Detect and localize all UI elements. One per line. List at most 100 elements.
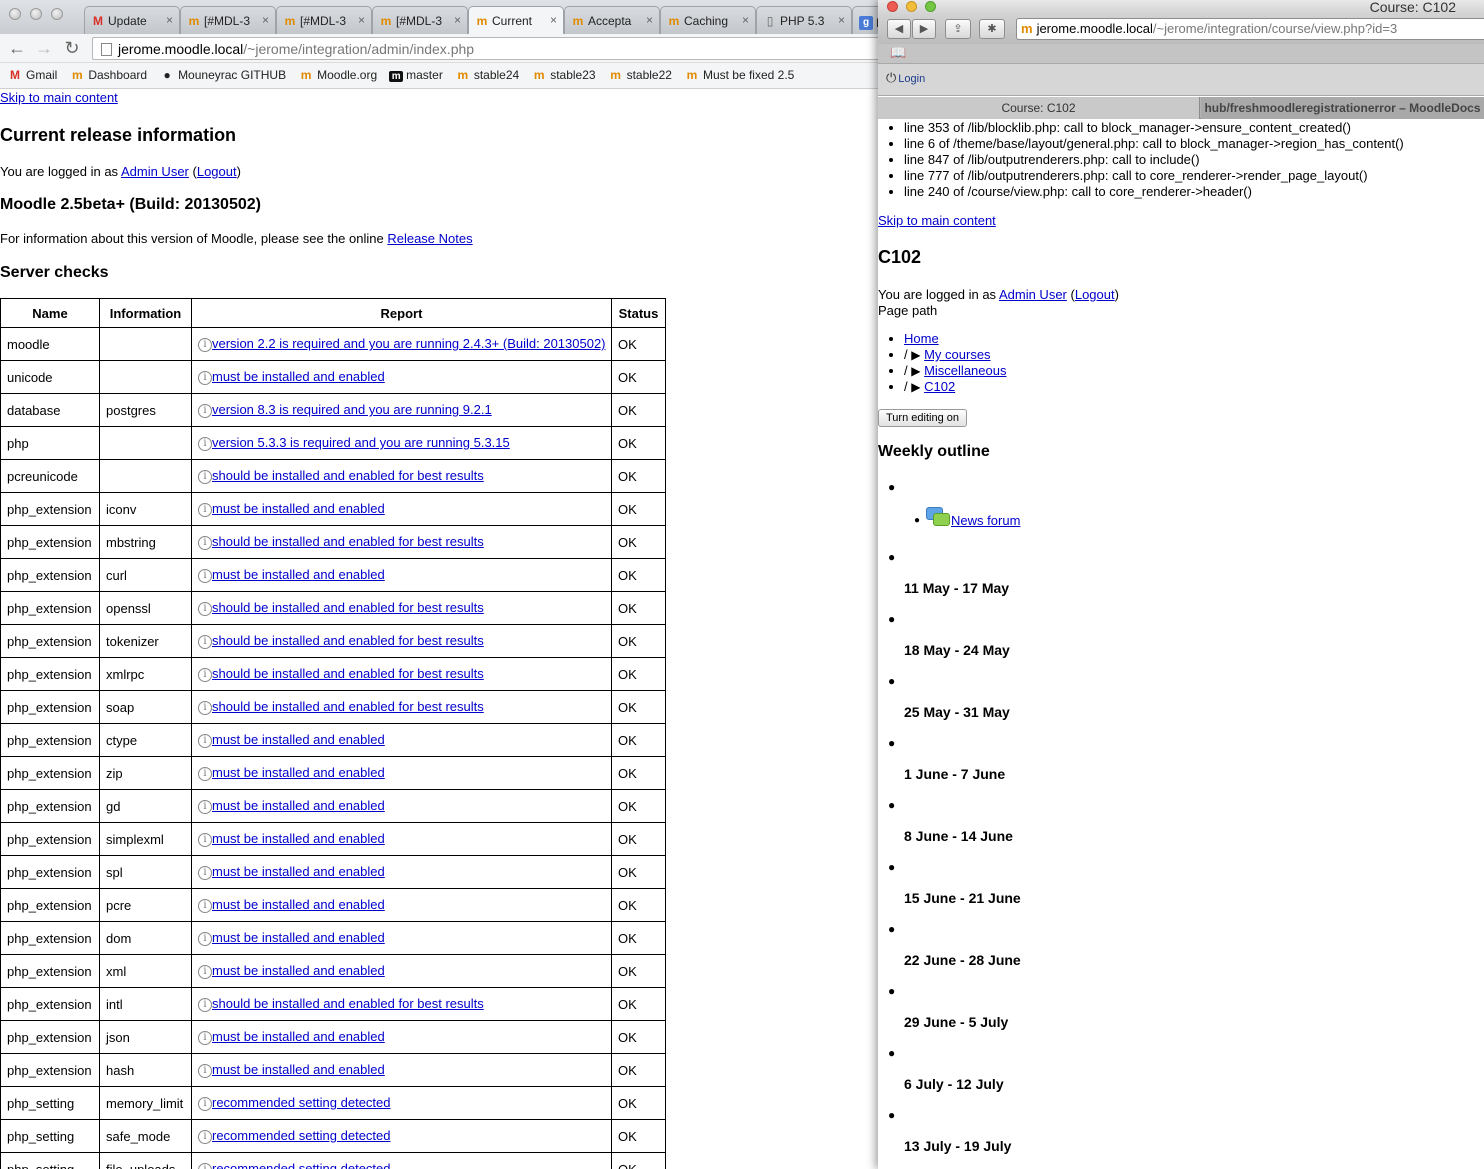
report-link[interactable]: must be installed and enabled xyxy=(212,501,385,516)
bookmark-item[interactable]: m stable22 xyxy=(608,68,672,82)
tab-course[interactable]: Course: C102 xyxy=(878,97,1200,119)
bookmark-item[interactable]: m stable23 xyxy=(531,68,596,82)
info-icon[interactable]: i xyxy=(198,800,212,814)
browser-tab[interactable]: ▯ PHP 5.3 × xyxy=(756,6,852,34)
breadcrumb-my-courses-link[interactable]: My courses xyxy=(924,347,990,362)
info-icon[interactable]: i xyxy=(198,371,212,385)
close-window-button[interactable] xyxy=(9,8,21,20)
info-icon[interactable]: i xyxy=(198,437,212,451)
report-link[interactable]: must be installed and enabled xyxy=(212,930,385,945)
info-icon[interactable]: i xyxy=(198,404,212,418)
zoom-window-button[interactable] xyxy=(51,8,63,20)
report-link[interactable]: must be installed and enabled xyxy=(212,369,385,384)
close-icon[interactable]: × xyxy=(454,13,461,27)
info-icon[interactable]: i xyxy=(198,1097,212,1111)
report-link[interactable]: must be installed and enabled xyxy=(212,1062,385,1077)
bookmark-item[interactable]: m Dashboard xyxy=(69,68,147,82)
info-icon[interactable]: i xyxy=(198,668,212,682)
info-icon[interactable]: i xyxy=(198,503,212,517)
login-button[interactable]: ⏻ Login xyxy=(886,70,925,86)
forward-arrow-icon[interactable]: → xyxy=(34,38,54,58)
browser-tab[interactable]: m [#MDL-3 × xyxy=(180,6,276,34)
info-icon[interactable]: i xyxy=(198,833,212,847)
report-link[interactable]: should be installed and enabled for best… xyxy=(212,468,484,483)
report-link[interactable]: must be installed and enabled xyxy=(212,897,385,912)
info-icon[interactable]: i xyxy=(198,932,212,946)
release-notes-link[interactable]: Release Notes xyxy=(387,231,472,246)
extension-icon[interactable]: ✱ xyxy=(979,19,1005,39)
reading-list-icon[interactable]: 📖 xyxy=(890,45,906,61)
report-link[interactable]: should be installed and enabled for best… xyxy=(212,996,484,1011)
close-icon[interactable]: × xyxy=(838,13,845,27)
share-icon[interactable]: ⇪ xyxy=(945,19,971,39)
info-icon[interactable]: i xyxy=(198,866,212,880)
browser-tab[interactable]: m Current × xyxy=(468,6,564,34)
reload-icon[interactable]: ↻ xyxy=(62,38,82,58)
browser-tab[interactable]: gM xyxy=(852,6,878,34)
close-icon[interactable]: × xyxy=(646,13,653,27)
report-link[interactable]: recommended setting detected xyxy=(212,1128,391,1143)
info-icon[interactable]: i xyxy=(198,899,212,913)
report-link[interactable]: version 5.3.3 is required and you are ru… xyxy=(212,435,510,450)
report-link[interactable]: should be installed and enabled for best… xyxy=(212,600,484,615)
info-icon[interactable]: i xyxy=(198,536,212,550)
close-icon[interactable]: × xyxy=(550,13,557,27)
browser-tab[interactable]: m [#MDL-3 × xyxy=(372,6,468,34)
skip-to-main-link[interactable]: Skip to main content xyxy=(0,90,118,105)
minimize-window-button[interactable] xyxy=(30,8,42,20)
info-icon[interactable]: i xyxy=(198,635,212,649)
info-icon[interactable]: i xyxy=(198,1130,212,1144)
close-icon[interactable]: × xyxy=(262,13,269,27)
info-icon[interactable]: i xyxy=(198,1064,212,1078)
report-link[interactable]: must be installed and enabled xyxy=(212,864,385,879)
address-bar[interactable]: m jerome.moodle.local/~jerome/integration… xyxy=(1016,18,1484,40)
info-icon[interactable]: i xyxy=(198,569,212,583)
info-icon[interactable]: i xyxy=(198,965,212,979)
logout-link[interactable]: Logout xyxy=(1075,287,1115,302)
info-icon[interactable]: i xyxy=(198,338,212,352)
info-icon[interactable]: i xyxy=(198,734,212,748)
info-icon[interactable]: i xyxy=(198,701,212,715)
info-icon[interactable]: i xyxy=(198,767,212,781)
close-icon[interactable]: × xyxy=(742,13,749,27)
bookmark-item[interactable]: m Moodle.org xyxy=(298,68,377,82)
browser-tab[interactable]: m Accepta × xyxy=(564,6,660,34)
report-link[interactable]: must be installed and enabled xyxy=(212,831,385,846)
news-forum-link[interactable]: News forum xyxy=(951,513,1020,528)
info-icon[interactable]: i xyxy=(198,602,212,616)
user-profile-link[interactable]: Admin User xyxy=(999,287,1067,302)
report-link[interactable]: must be installed and enabled xyxy=(212,1029,385,1044)
tab-moodledocs[interactable]: hub/freshmoodleregistrationerror – Moodl… xyxy=(1201,97,1484,119)
report-link[interactable]: should be installed and enabled for best… xyxy=(212,666,484,681)
report-link[interactable]: recommended setting detected xyxy=(212,1095,391,1110)
report-link[interactable]: must be installed and enabled xyxy=(212,798,385,813)
bookmark-item[interactable]: m master xyxy=(389,68,443,82)
close-icon[interactable]: × xyxy=(166,13,173,27)
report-link[interactable]: must be installed and enabled xyxy=(212,732,385,747)
report-link[interactable]: recommended setting detected xyxy=(212,1161,391,1169)
breadcrumb-home-link[interactable]: Home xyxy=(904,331,939,346)
bookmark-item[interactable]: m Must be fixed 2.5 xyxy=(684,68,795,82)
address-bar[interactable]: jerome.moodle.local/~jerome/integration/… xyxy=(92,37,878,60)
breadcrumb-miscellaneous-link[interactable]: Miscellaneous xyxy=(924,363,1006,378)
turn-editing-on-button[interactable]: Turn editing on xyxy=(878,409,967,427)
user-profile-link[interactable]: Admin User xyxy=(121,164,189,179)
bookmark-item[interactable]: m stable24 xyxy=(455,68,519,82)
back-arrow-icon[interactable]: ← xyxy=(7,38,27,58)
close-icon[interactable]: × xyxy=(358,13,365,27)
info-icon[interactable]: i xyxy=(198,470,212,484)
logout-link[interactable]: Logout xyxy=(197,164,237,179)
bookmark-item[interactable]: M Gmail xyxy=(7,68,57,82)
report-link[interactable]: must be installed and enabled xyxy=(212,963,385,978)
browser-tab[interactable]: m Caching × xyxy=(660,6,756,34)
back-arrow-icon[interactable]: ◀ xyxy=(887,19,911,39)
info-icon[interactable]: i xyxy=(198,998,212,1012)
breadcrumb-course-link[interactable]: C102 xyxy=(924,379,955,394)
info-icon[interactable]: i xyxy=(198,1031,212,1045)
report-link[interactable]: version 8.3 is required and you are runn… xyxy=(212,402,492,417)
skip-to-main-link[interactable]: Skip to main content xyxy=(878,213,996,228)
report-link[interactable]: must be installed and enabled xyxy=(212,765,385,780)
forward-arrow-icon[interactable]: ▶ xyxy=(912,19,936,39)
bookmark-item[interactable]: ● Mouneyrac GITHUB xyxy=(159,68,286,82)
report-link[interactable]: should be installed and enabled for best… xyxy=(212,534,484,549)
